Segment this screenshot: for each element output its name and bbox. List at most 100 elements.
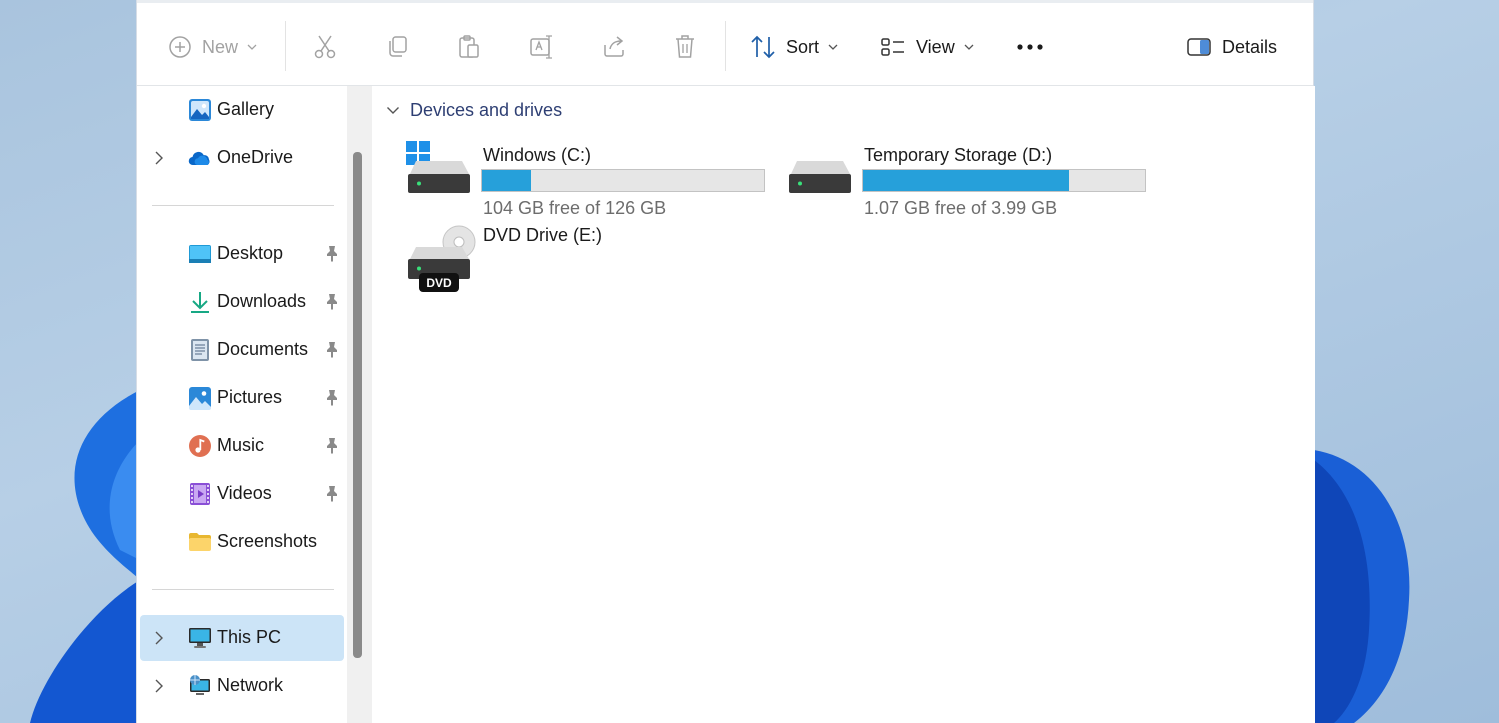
nav-item-onedrive[interactable]: OneDrive xyxy=(140,135,344,181)
nav-item-label: Downloads xyxy=(217,291,307,311)
delete-button[interactable] xyxy=(674,31,696,63)
group-header-label: Devices and drives xyxy=(410,100,563,120)
paste-icon xyxy=(459,35,479,58)
pin-icon[interactable] xyxy=(324,341,340,359)
nav-item-this-pc[interactable]: This PC xyxy=(140,615,344,661)
pin-icon[interactable] xyxy=(324,245,340,263)
pin-icon[interactable] xyxy=(324,293,340,311)
chevron-right-icon[interactable] xyxy=(154,150,164,166)
folder-icon xyxy=(189,533,211,551)
new-button-label: New xyxy=(202,36,239,57)
details-pane-button[interactable]: Details xyxy=(1186,31,1277,63)
pin-icon[interactable] xyxy=(324,485,340,503)
see-more-button[interactable] xyxy=(1016,31,1044,63)
copy-icon xyxy=(389,36,407,57)
nav-item-label: Network xyxy=(217,675,284,695)
sort-icon xyxy=(751,35,775,59)
toolbar-separator xyxy=(725,21,726,71)
windows-drive-icon xyxy=(406,141,470,193)
drive-free-space: 1.07 GB free of 3.99 GB xyxy=(864,198,1058,218)
videos-icon xyxy=(190,483,210,505)
this-pc-icon xyxy=(189,628,211,648)
nav-item-label: This PC xyxy=(217,627,282,647)
pin-icon[interactable] xyxy=(324,437,340,455)
chevron-down-icon[interactable] xyxy=(386,106,400,115)
downloads-icon xyxy=(191,292,209,313)
nav-item-label: Screenshots xyxy=(217,531,318,551)
nav-item-label: Desktop xyxy=(217,243,284,263)
drive-name: Windows (C:) xyxy=(483,145,592,165)
nav-item-videos[interactable]: Videos xyxy=(140,471,344,517)
chevron-down-icon xyxy=(964,44,974,50)
view-button[interactable]: View xyxy=(880,31,974,63)
drive-item-d[interactable]: Temporary Storage (D:) 1.07 GB free of 3… xyxy=(787,141,1157,218)
drive-usage-bar xyxy=(862,169,1146,192)
rename-button[interactable] xyxy=(529,31,555,63)
wallpaper-bloom-left xyxy=(30,390,140,723)
command-bar: New Sort View Details xyxy=(137,0,1313,86)
copy-button[interactable] xyxy=(385,31,409,63)
desktop-folder-icon xyxy=(189,245,211,263)
nav-item-music[interactable]: Music xyxy=(140,423,344,469)
share-icon xyxy=(604,36,624,57)
delete-icon xyxy=(676,35,694,58)
details-pane-icon xyxy=(1187,38,1211,56)
nav-item-label: OneDrive xyxy=(217,147,294,167)
details-pane-label: Details xyxy=(1222,36,1278,57)
toolbar-separator xyxy=(285,21,286,71)
nav-item-pictures[interactable]: Pictures xyxy=(140,375,344,421)
cut-button[interactable] xyxy=(313,31,337,63)
chevron-right-icon[interactable] xyxy=(154,678,164,694)
new-button[interactable]: New xyxy=(168,31,257,63)
drive-name: Temporary Storage (D:) xyxy=(864,145,1053,165)
nav-item-documents[interactable]: Documents xyxy=(140,327,344,373)
navigation-pane: Gallery OneDrive Desktop Downloads Docum… xyxy=(137,86,372,723)
nav-item-screenshots[interactable]: Screenshots xyxy=(140,519,344,565)
drive-item-c[interactable]: Windows (C:) 104 GB free of 126 GB xyxy=(406,141,776,218)
drive-usage-fill xyxy=(863,170,1070,191)
nav-item-network[interactable]: Network xyxy=(140,663,344,709)
add-circle-icon xyxy=(169,36,191,58)
gallery-icon xyxy=(189,99,211,121)
more-icon xyxy=(1017,44,1043,50)
wallpaper-bloom-right xyxy=(1314,450,1410,723)
music-icon xyxy=(189,435,211,457)
nav-item-label: Music xyxy=(217,435,265,455)
dvd-badge: DVD xyxy=(426,276,452,290)
nav-scrollbar-thumb[interactable] xyxy=(353,152,362,658)
view-icon xyxy=(881,38,904,56)
pin-icon[interactable] xyxy=(324,389,340,407)
group-header-devices[interactable]: Devices and drives xyxy=(386,100,562,121)
chevron-down-icon xyxy=(828,44,838,50)
drive-usage-fill xyxy=(482,170,532,191)
drive-usage-bar xyxy=(481,169,765,192)
drive-free-space: 104 GB free of 126 GB xyxy=(483,198,667,218)
onedrive-icon xyxy=(188,151,210,166)
chevron-right-icon[interactable] xyxy=(154,630,164,646)
nav-item-desktop[interactable]: Desktop xyxy=(140,231,344,277)
content-area: Devices and drives Windows (C:) 104 GB f… xyxy=(372,86,1315,723)
nav-item-gallery[interactable]: Gallery xyxy=(140,87,344,133)
nav-item-label: Pictures xyxy=(217,387,283,407)
nav-item-downloads[interactable]: Downloads xyxy=(140,279,344,325)
rename-icon xyxy=(530,35,552,59)
nav-item-label: Gallery xyxy=(217,99,275,119)
file-explorer-window: New Sort View Details Gallery OneDrive D… xyxy=(136,0,1315,723)
view-button-label: View xyxy=(916,36,955,57)
network-icon xyxy=(190,675,210,695)
paste-button[interactable] xyxy=(457,31,481,63)
chevron-down-icon xyxy=(247,44,257,50)
nav-divider xyxy=(152,205,334,206)
sort-button-label: Sort xyxy=(786,36,820,57)
documents-icon xyxy=(191,339,209,361)
pictures-icon xyxy=(189,387,211,410)
drive-name: DVD Drive (E:) xyxy=(483,225,603,245)
drive-item-e[interactable]: DVD DVD Drive (E:) xyxy=(406,225,666,297)
share-button[interactable] xyxy=(601,31,627,63)
cut-icon xyxy=(314,35,336,59)
nav-divider xyxy=(152,589,334,590)
nav-item-label: Videos xyxy=(217,483,272,503)
nav-item-label: Documents xyxy=(217,339,309,359)
hard-drive-icon xyxy=(789,161,851,193)
sort-button[interactable]: Sort xyxy=(750,31,838,63)
